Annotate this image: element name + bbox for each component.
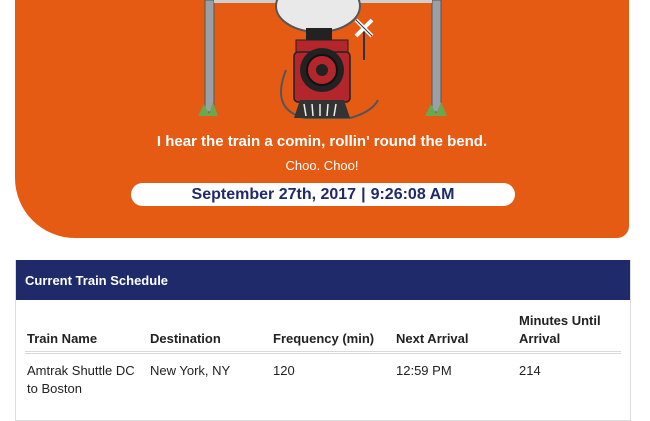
steam-cloud-icon <box>275 0 361 33</box>
locomotive-icon <box>293 28 351 118</box>
datetime-separator: | <box>361 185 366 203</box>
col-frequency: Frequency (min) <box>271 312 394 354</box>
table-row: Amtrak Shuttle DC to Boston New York, NY… <box>25 353 621 399</box>
col-destination: Destination <box>148 312 271 354</box>
right-signal-pole <box>431 0 442 113</box>
schedule-table: Train Name Destination Frequency (min) N… <box>25 312 621 398</box>
left-signal-pole <box>204 0 215 113</box>
col-train-name: Train Name <box>25 312 148 354</box>
cell-minutes-until: 214 <box>519 363 541 378</box>
cell-frequency: 120 <box>273 363 295 378</box>
schedule-panel: Current Train Schedule Train Name Destin… <box>15 260 631 421</box>
headlight-icon <box>316 64 328 76</box>
current-datetime: September 27th, 2017 | 9:26:08 AM <box>131 183 515 206</box>
table-header-row: Train Name Destination Frequency (min) N… <box>25 312 621 354</box>
col-next-arrival: Next Arrival <box>394 312 517 354</box>
hero-tagline: I hear the train a comin, rollin' round … <box>156 133 488 150</box>
panel-title: Current Train Schedule <box>16 260 630 300</box>
cell-next-arrival: 12:59 PM <box>396 363 452 378</box>
hero-subline: Choo. Choo! <box>285 158 359 173</box>
cell-train-name: Amtrak Shuttle DC to Boston <box>27 363 135 396</box>
current-date: September 27th, 2017 <box>191 185 357 203</box>
col-minutes-until: Minutes Until Arrival <box>517 312 621 354</box>
current-time: 9:26:08 AM <box>370 185 455 203</box>
cell-destination: New York, NY <box>150 363 231 378</box>
cowcatcher <box>294 100 350 118</box>
